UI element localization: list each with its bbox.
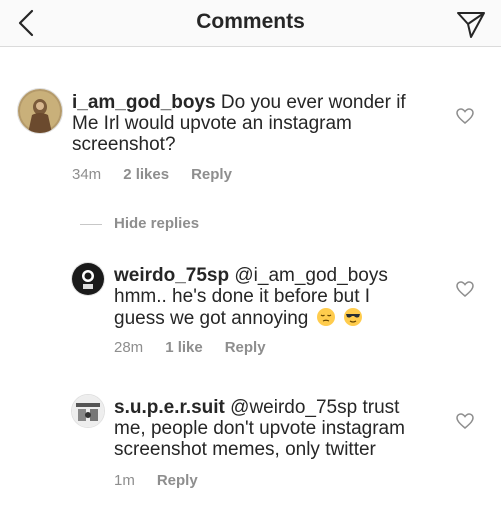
comment-username[interactable]: weirdo_75sp — [114, 265, 229, 286]
pensive-face-emoji-icon — [316, 307, 336, 327]
comment-text: i_am_god_boys Do you ever wonder if Me I… — [72, 92, 422, 155]
reply-button[interactable]: Reply — [191, 166, 232, 183]
send-direct-icon[interactable] — [455, 8, 487, 40]
comment-meta: 34m 2 likes Reply — [72, 166, 254, 183]
likes-count[interactable]: 1 like — [165, 339, 203, 356]
likes-count[interactable]: 2 likes — [123, 166, 169, 183]
avatar[interactable] — [17, 88, 63, 134]
comment-mention[interactable]: @weirdo_75sp — [225, 397, 357, 418]
avatar[interactable] — [71, 262, 105, 296]
comment-text: weirdo_75sp @i_am_god_boys hmm.. he's do… — [114, 265, 414, 329]
comment-meta: 1m Reply — [114, 472, 220, 489]
divider — [80, 223, 102, 225]
page-title: Comments — [196, 10, 305, 33]
comment-username[interactable]: i_am_god_boys — [72, 92, 216, 113]
comments-header: Comments — [0, 0, 501, 47]
comment-time: 1m — [114, 472, 135, 489]
comment-time: 28m — [114, 339, 144, 356]
comment-time: 34m — [72, 166, 102, 183]
sunglasses-face-emoji-icon — [343, 307, 363, 327]
hide-replies-label: Hide replies — [114, 215, 200, 232]
comment-mention[interactable]: @i_am_god_boys — [229, 265, 387, 286]
reply-button[interactable]: Reply — [225, 339, 266, 356]
comment-text: s.u.p.e.r.suit @weirdo_75sp trust me, pe… — [114, 397, 424, 460]
avatar[interactable] — [71, 394, 105, 428]
like-heart-icon[interactable] — [455, 279, 475, 299]
comment-meta: 28m 1 like Reply — [114, 339, 288, 356]
reply-button[interactable]: Reply — [157, 472, 198, 489]
hide-replies-button[interactable]: Hide replies — [80, 215, 199, 235]
like-heart-icon[interactable] — [455, 106, 475, 126]
like-heart-icon[interactable] — [455, 411, 475, 431]
comment-username[interactable]: s.u.p.e.r.suit — [114, 397, 225, 418]
